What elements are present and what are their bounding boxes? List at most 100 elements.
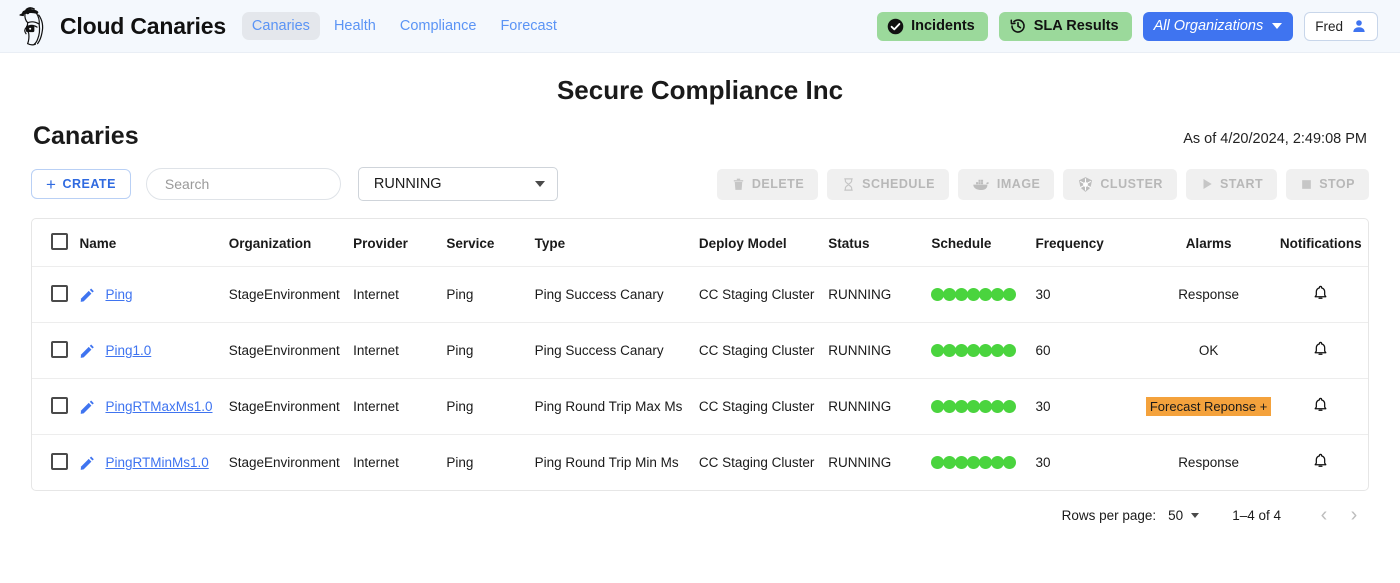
chevron-down-icon [1191,512,1200,518]
row-notifications-cell [1273,266,1368,323]
search-box[interactable] [145,168,348,200]
user-menu-button[interactable]: Fred [1304,11,1378,41]
column-header-deploy-model: Deploy Model [698,219,829,267]
organization-title: Secure Compliance Inc [556,75,844,105]
image-button-label: IMAGE [996,177,1041,191]
create-button[interactable]: + CREATE [31,169,131,199]
status-filter-select[interactable]: RUNNING [357,167,558,201]
edit-pencil-icon[interactable] [79,399,95,415]
row-alarms-cell: Response [1144,435,1274,491]
row-frequency-cell: 30 [1035,378,1144,435]
canary-name-link[interactable]: Ping1.0 [105,343,151,358]
cluster-button-label: CLUSTER [1100,177,1163,191]
canaries-table-card: Name Organization Provider Service Type … [31,218,1369,491]
column-header-schedule: Schedule [931,219,1036,267]
row-frequency-cell: 60 [1035,322,1144,379]
sla-results-label: SLA Results [1033,18,1119,34]
select-all-header [32,219,80,267]
delete-button-label: DELETE [751,177,805,191]
bell-icon[interactable] [1312,452,1329,470]
canary-name-link[interactable]: Ping [105,287,132,302]
row-provider-cell: Internet [353,378,447,435]
column-header-name: Name [79,219,229,267]
row-name-cell: PingRTMaxMs1.0 [79,378,229,435]
check-circle-icon [887,18,904,34]
start-button-label: START [1219,177,1264,191]
row-frequency-cell: 30 [1035,266,1144,323]
rows-per-page-select[interactable]: 50 [1168,508,1200,523]
column-header-frequency: Frequency [1035,219,1144,267]
table-body: Ping StageEnvironment Internet Ping Ping Suc… [32,266,1368,491]
column-header-provider: Provider [353,219,447,267]
nav-link-health[interactable]: Health [324,12,386,40]
canary-name-link[interactable]: PingRTMaxMs1.0 [105,399,212,414]
canary-name-link[interactable]: PingRTMinMs1.0 [105,455,208,470]
row-checkbox[interactable] [51,284,68,302]
incidents-button[interactable]: Incidents [877,11,988,41]
previous-page-button[interactable]: ‹ [1309,505,1339,525]
bell-icon[interactable] [1312,396,1329,414]
image-button[interactable]: IMAGE [957,168,1055,200]
schedule-dot-strip [931,288,1035,301]
row-deploy-model-cell: CC Staging Cluster [698,322,829,379]
table-row[interactable]: PingRTMinMs1.0 StageEnvironment Internet Pi… [32,435,1368,491]
bell-icon[interactable] [1312,340,1329,358]
stop-square-icon [1302,179,1312,189]
row-organization-cell: StageEnvironment [228,322,354,379]
row-alarms-cell: Response [1143,266,1274,323]
table-row[interactable]: Ping StageEnvironment Internet Ping Ping Suc… [32,266,1368,323]
search-input[interactable] [162,175,348,193]
play-icon [1203,179,1212,189]
schedule-dot [1003,344,1017,357]
canary-bird-logo [19,7,44,46]
row-checkbox[interactable] [51,396,68,414]
schedule-dot [1003,400,1017,413]
column-header-status: Status [828,219,932,267]
table-header-row: Name Organization Provider Service Type … [32,219,1368,267]
column-header-service: Service [446,219,535,267]
brand-title: Cloud Canaries [60,12,226,39]
nav-right-actions: Incidents SLA Results All Organizations … [877,11,1378,41]
start-button[interactable]: START [1185,168,1278,200]
organization-selector[interactable]: All Organizations [1142,11,1294,41]
table-row[interactable]: Ping1.0 StageEnvironment Internet Ping Ping … [32,322,1368,379]
nav-link-compliance[interactable]: Compliance [390,12,487,40]
row-organization-cell: StageEnvironment [228,378,354,435]
row-deploy-model-cell: CC Staging Cluster [698,455,815,470]
pagination-range-label: 1–4 of 4 [1232,507,1281,523]
row-type-cell: Ping Round Trip Min Ms [534,455,679,470]
nav-link-canaries[interactable]: Canaries [241,12,320,40]
row-select-cell [32,435,79,491]
schedule-button[interactable]: SCHEDULE [827,168,949,200]
row-frequency-cell: 30 [1035,455,1051,470]
nav-link-forecast[interactable]: Forecast [490,12,566,40]
row-status-cell: RUNNING [828,455,892,470]
select-all-checkbox[interactable] [51,233,68,250]
bell-icon[interactable] [1312,284,1329,302]
row-notifications-cell [1273,322,1368,379]
row-type-cell: Ping Success Canary [534,322,699,379]
cluster-button[interactable]: CLUSTER [1063,168,1177,200]
page-title: Canaries [33,122,139,150]
row-select-cell [32,266,80,323]
row-service-cell: Ping [446,266,535,323]
row-provider-cell: Internet [353,266,447,323]
incidents-label: Incidents [911,18,975,34]
edit-pencil-icon[interactable] [79,343,95,359]
schedule-dot [1003,456,1017,469]
edit-pencil-icon[interactable] [79,287,95,303]
row-checkbox[interactable] [51,340,68,358]
table-row[interactable]: PingRTMaxMs1.0 StageEnvironment Internet Pi… [32,378,1368,435]
bulk-action-buttons: DELETE SCHEDULE IMAGE CLUSTER START STOP [716,168,1369,200]
as-of-timestamp: As of 4/20/2024, 2:49:08 PM [1183,131,1367,147]
delete-button[interactable]: DELETE [716,168,819,200]
next-page-button[interactable]: › [1339,505,1369,525]
sla-results-button[interactable]: SLA Results [998,11,1132,41]
row-deploy-model-cell: CC Staging Cluster [698,266,829,323]
row-status-cell: RUNNING [828,322,932,379]
row-checkbox[interactable] [51,452,68,470]
row-alarms-cell: OK [1143,322,1274,379]
edit-pencil-icon[interactable] [79,455,95,471]
stop-button[interactable]: STOP [1286,168,1369,200]
canaries-table: Name Organization Provider Service Type … [32,219,1368,490]
